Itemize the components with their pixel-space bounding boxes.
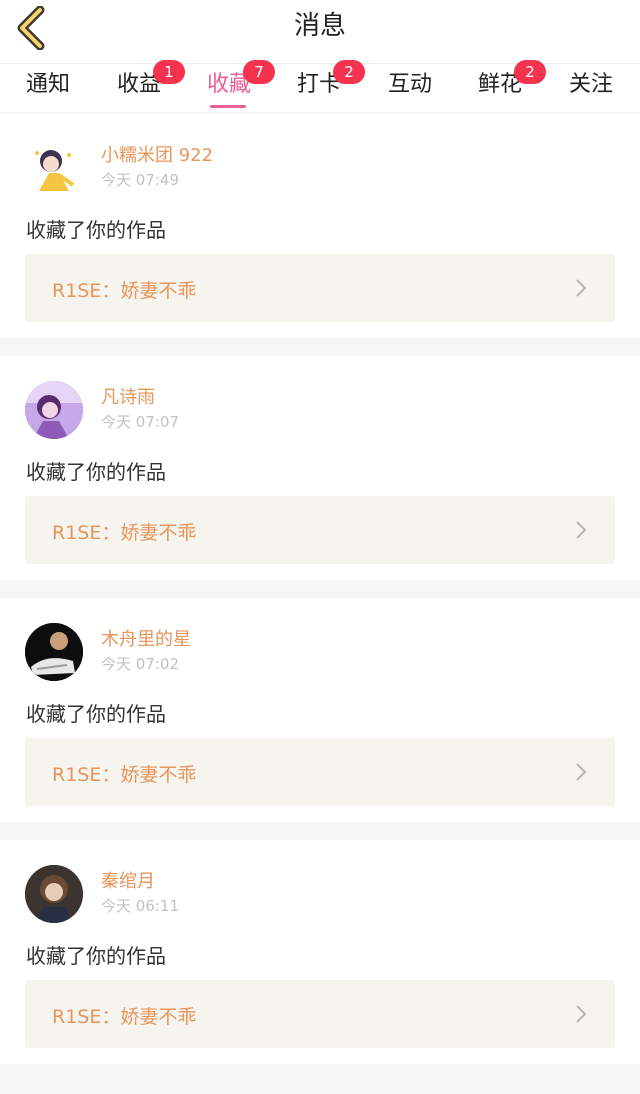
- work-link[interactable]: R1SE：娇妻不乖: [25, 254, 615, 322]
- username[interactable]: 小糯米团 922: [101, 141, 213, 167]
- work-title: R1SE：娇妻不乖: [52, 522, 197, 544]
- tab-label: 互动: [387, 72, 432, 97]
- action-text: 收藏了你的作品: [26, 218, 166, 242]
- page-title: 消息: [293, 11, 346, 41]
- action-text: 收藏了你的作品: [26, 702, 166, 726]
- header-bar: 消息: [0, 0, 640, 64]
- work-title: R1SE：娇妻不乖: [52, 764, 197, 786]
- tab-flowers[interactable]: 鲜花 2: [460, 60, 546, 108]
- notification-card: 小糯米团 922 今天 07:49 收藏了你的作品 R1SE：娇妻不乖: [0, 114, 640, 338]
- tab-earnings[interactable]: 收益 1: [99, 60, 185, 108]
- unread-badge: 2: [514, 60, 546, 84]
- work-link[interactable]: R1SE：娇妻不乖: [25, 738, 615, 806]
- tab-notice[interactable]: 通知: [8, 68, 88, 108]
- work-link[interactable]: R1SE：娇妻不乖: [25, 496, 615, 564]
- work-title: R1SE：娇妻不乖: [52, 1006, 197, 1028]
- notification-card: 木舟里的星 今天 07:02 收藏了你的作品 R1SE：娇妻不乖: [0, 598, 640, 822]
- timestamp: 今天 06:11: [101, 897, 179, 915]
- tab-favorites[interactable]: 收藏 7: [189, 60, 275, 108]
- username[interactable]: 凡诗雨: [101, 383, 155, 409]
- username[interactable]: 木舟里的星: [101, 625, 191, 651]
- avatar[interactable]: [25, 139, 83, 197]
- action-text: 收藏了你的作品: [26, 944, 166, 968]
- action-text: 收藏了你的作品: [26, 460, 166, 484]
- unread-badge: 1: [153, 60, 185, 84]
- tab-follow[interactable]: 关注: [551, 68, 631, 108]
- chevron-right-icon: [576, 279, 587, 297]
- timestamp: 今天 07:07: [101, 413, 179, 431]
- chevron-right-icon: [576, 763, 587, 781]
- timestamp: 今天 07:49: [101, 171, 179, 189]
- notification-card: 秦绾月 今天 06:11 收藏了你的作品 R1SE：娇妻不乖: [0, 840, 640, 1064]
- timestamp: 今天 07:02: [101, 655, 179, 673]
- unread-badge: 7: [243, 60, 275, 84]
- tab-bar: 通知 收益 1 收藏 7 打卡 2 互动 鲜花 2 关注: [0, 60, 640, 112]
- avatar[interactable]: [25, 381, 83, 439]
- username[interactable]: 秦绾月: [101, 867, 155, 893]
- chevron-right-icon: [576, 521, 587, 539]
- tab-checkin[interactable]: 打卡 2: [279, 60, 365, 108]
- tab-interaction[interactable]: 互动: [370, 68, 450, 108]
- tab-label: 通知: [25, 72, 70, 97]
- active-tab-indicator: [210, 105, 246, 108]
- chevron-right-icon: [576, 1005, 587, 1023]
- avatar-image: [25, 139, 83, 197]
- notification-card: 凡诗雨 今天 07:07 收藏了你的作品 R1SE：娇妻不乖: [0, 356, 640, 580]
- tab-label: 关注: [568, 72, 613, 97]
- unread-badge: 2: [333, 60, 365, 84]
- work-title: R1SE：娇妻不乖: [52, 280, 197, 302]
- work-link[interactable]: R1SE：娇妻不乖: [25, 980, 615, 1048]
- avatar-image: [25, 865, 83, 923]
- avatar[interactable]: [25, 865, 83, 923]
- avatar[interactable]: [25, 623, 83, 681]
- avatar-image: [25, 381, 83, 439]
- avatar-image: [25, 623, 83, 681]
